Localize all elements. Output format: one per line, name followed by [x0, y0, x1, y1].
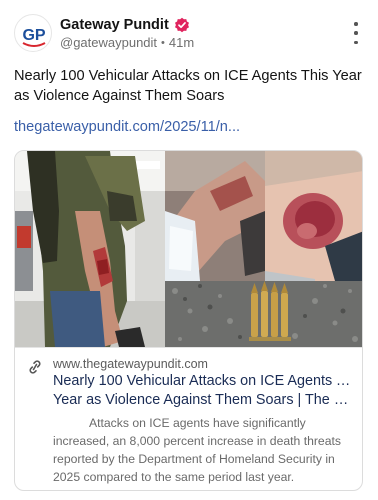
preview-description-line: increased, an 8,000 percent increase in …	[53, 434, 341, 448]
post-text: Nearly 100 Vehicular Attacks on ICE Agen…	[14, 66, 364, 106]
more-vertical-icon[interactable]	[348, 22, 364, 44]
avatar-logo-text: GP	[22, 27, 45, 44]
link-chain-icon	[29, 360, 41, 374]
post: GP Gateway Pundit @gatewaypundit • 41m N…	[0, 0, 378, 500]
separator-dot: •	[161, 36, 165, 49]
preview-description-line: Attacks on ICE agents have significantly	[89, 416, 306, 430]
preview-meta: www.thegatewaypundit.com Nearly 100 Vehi…	[15, 347, 362, 490]
post-timestamp[interactable]: 41m	[169, 35, 194, 50]
preview-image[interactable]	[15, 151, 362, 347]
preview-description-line: reported by the Department of Homeland S…	[53, 452, 335, 466]
handle-row: @gatewaypundit • 41m	[60, 35, 194, 50]
post-link[interactable]: thegatewaypundit.com/2025/11/n...	[14, 117, 364, 137]
author-row: Gateway Pundit	[60, 16, 190, 34]
post-header: GP Gateway Pundit @gatewaypundit • 41m	[14, 14, 366, 54]
preview-title[interactable]: Nearly 100 Vehicular Attacks on ICE Agen…	[53, 372, 357, 410]
post-text-line: Nearly 100 Vehicular Attacks on ICE Agen…	[14, 68, 362, 84]
author-handle[interactable]: @gatewaypundit	[60, 35, 157, 50]
avatar-logo: GP	[22, 27, 46, 47]
post-text-line: as Violence Against Them Soars	[14, 88, 225, 104]
preview-domain: www.thegatewaypundit.com	[53, 357, 208, 371]
preview-description-line: 2025 compared to the same period last ye…	[53, 470, 295, 484]
preview-title-line: Nearly 100 Vehicular Attacks on ICE Agen…	[53, 373, 357, 389]
verified-badge-icon	[174, 17, 189, 33]
author-name[interactable]: Gateway Pundit	[60, 17, 169, 33]
preview-description: Attacks on ICE agents have significantly…	[53, 414, 353, 486]
preview-title-line: Year as Violence Against Them Soars | Th…	[53, 392, 357, 408]
link-preview-card[interactable]: www.thegatewaypundit.com Nearly 100 Vehi…	[14, 150, 363, 491]
preview-photo-collage	[15, 151, 362, 347]
avatar[interactable]: GP	[14, 14, 52, 52]
